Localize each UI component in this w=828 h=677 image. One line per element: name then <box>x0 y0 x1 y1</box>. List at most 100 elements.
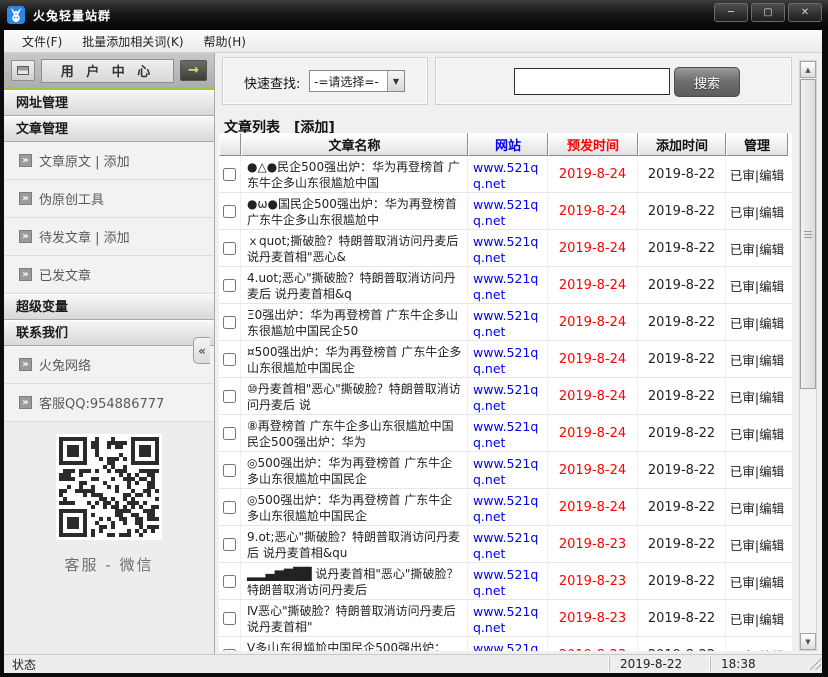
sidebar-section-url-management[interactable]: 网址管理 <box>4 90 214 116</box>
site-link[interactable]: www.521qq.net <box>468 415 548 451</box>
table-header-row: 文章名称 网站 预发时间 添加时间 管理 <box>219 133 792 156</box>
row-checkbox[interactable] <box>223 464 236 477</box>
article-title[interactable]: ｘquot;撕破脸？特朗普取消访问丹麦后 说丹麦首相"恶心& <box>241 230 468 266</box>
site-link[interactable]: www.521qq.net <box>468 267 548 303</box>
maximize-button[interactable]: ▢ <box>751 3 785 22</box>
row-checkbox[interactable] <box>223 649 236 652</box>
row-checkbox[interactable] <box>223 242 236 255</box>
search-input[interactable] <box>514 68 670 95</box>
manage-links[interactable]: 已审|编辑 <box>726 563 788 599</box>
table-row: ⑧再登榜首 广东牛企多山东很尴尬中国民企500强出炉：华为 www.521qq.… <box>219 415 792 452</box>
row-checkbox[interactable] <box>223 353 236 366</box>
manage-links[interactable]: 已审|编辑 <box>726 415 788 451</box>
menu-help[interactable]: 帮助(H) <box>194 30 256 53</box>
article-title[interactable]: Ⅴ多山东很尴尬中国民企500强出炉： <box>241 637 468 651</box>
manage-links[interactable]: 已审|编辑 <box>726 304 788 340</box>
user-center-button[interactable]: 用 户 中 心 <box>41 59 174 83</box>
added-date: 2019-8-22 <box>638 563 726 599</box>
manage-links[interactable]: 已审|编辑 <box>726 452 788 488</box>
row-checkbox[interactable] <box>223 279 236 292</box>
resize-grip[interactable] <box>808 657 821 670</box>
manage-links[interactable]: 已审|编辑 <box>726 156 788 192</box>
article-title[interactable]: ●ω●国民企500强出炉：华为再登榜首 广东牛企多山东很尴尬中 <box>241 193 468 229</box>
vertical-scrollbar[interactable]: ▲ ▼ <box>799 60 817 651</box>
row-checkbox[interactable] <box>223 538 236 551</box>
site-link[interactable]: www.521qq.net <box>468 600 548 636</box>
sidebar-item-huotu-network[interactable]: » 火兔网络 <box>4 346 214 384</box>
row-checkbox[interactable] <box>223 501 236 514</box>
site-link[interactable]: www.521qq.net <box>468 378 548 414</box>
monitor-button[interactable] <box>11 60 35 81</box>
status-time: 18:38 <box>710 657 822 671</box>
row-checkbox[interactable] <box>223 612 236 625</box>
site-link[interactable]: www.521qq.net <box>468 526 548 562</box>
minimize-button[interactable]: ─ <box>714 3 748 22</box>
article-title[interactable]: Ⅳ恶心"撕破脸？特朗普取消访问丹麦后 说丹麦首相" <box>241 600 468 636</box>
article-title[interactable]: ⑩丹麦首相"恶心"撕破脸？特朗普取消访问丹麦后 说 <box>241 378 468 414</box>
row-checkbox[interactable] <box>223 316 236 329</box>
sidebar-item-published-articles[interactable]: » 已发文章 <box>4 256 214 294</box>
sidebar-item-article-original[interactable]: » 文章原文 | 添加 <box>4 142 214 180</box>
manage-links[interactable]: 已审|编辑 <box>726 341 788 377</box>
table-header-site[interactable]: 网站 <box>468 133 548 156</box>
article-title[interactable]: ●△●民企500强出炉：华为再登榜首 广东牛企多山东很尴尬中国 <box>241 156 468 192</box>
article-title[interactable]: ⑧再登榜首 广东牛企多山东很尴尬中国民企500强出炉：华为 <box>241 415 468 451</box>
table-header-publish-time[interactable]: 预发时间 <box>548 133 638 156</box>
site-link[interactable]: www.521qq.net <box>468 563 548 599</box>
table-header-article-name[interactable]: 文章名称 <box>241 133 468 156</box>
menu-file[interactable]: 文件(F) <box>12 30 72 53</box>
manage-links[interactable]: 已审|编辑 <box>726 489 788 525</box>
search-button[interactable]: 搜索 <box>674 67 740 97</box>
added-date: 2019-8-22 <box>638 304 726 340</box>
row-checkbox[interactable] <box>223 390 236 403</box>
row-checkbox[interactable] <box>223 427 236 440</box>
site-link[interactable]: www.521qq.net <box>468 304 548 340</box>
row-checkbox[interactable] <box>223 205 236 218</box>
chevron-down-icon[interactable]: ▼ <box>387 71 404 91</box>
sidebar-section-super-variables[interactable]: 超级变量 <box>4 294 214 320</box>
row-checkbox[interactable] <box>223 575 236 588</box>
manage-links[interactable]: 已审|编辑 <box>726 600 788 636</box>
row-checkbox[interactable] <box>223 168 236 181</box>
manage-links[interactable]: 已审|编辑 <box>726 637 788 651</box>
article-title[interactable]: ¤500强出炉：华为再登榜首 广东牛企多山东很尴尬中国民企 <box>241 341 468 377</box>
publish-date: 2019-8-23 <box>548 600 638 636</box>
scroll-down-icon[interactable]: ▼ <box>800 633 816 650</box>
manage-links[interactable]: 已审|编辑 <box>726 267 788 303</box>
site-link[interactable]: www.521qq.net <box>468 156 548 192</box>
site-link[interactable]: www.521qq.net <box>468 193 548 229</box>
manage-links[interactable]: 已审|编辑 <box>726 193 788 229</box>
sidebar-item-service-qq[interactable]: » 客服QQ:954886777 <box>4 384 214 422</box>
manage-links[interactable]: 已审|编辑 <box>726 526 788 562</box>
site-link[interactable]: www.521qq.net <box>468 637 548 651</box>
publish-date: 2019-8-23 <box>548 637 638 651</box>
sidebar-item-pseudo-original-tool[interactable]: » 伪原创工具 <box>4 180 214 218</box>
select-value: -=请选择=- <box>310 73 387 90</box>
sidebar-section-article-management[interactable]: 文章管理 <box>4 116 214 142</box>
article-title[interactable]: 4.uot;恶心"撕破脸？特朗普取消访问丹麦后 说丹麦首相&q <box>241 267 468 303</box>
article-title[interactable]: ◎500强出炉：华为再登榜首 广东牛企多山东很尴尬中国民企 <box>241 489 468 525</box>
article-title[interactable]: Ξ0强出炉：华为再登榜首 广东牛企多山东很尴尬中国民企50 <box>241 304 468 340</box>
site-link[interactable]: www.521qq.net <box>468 452 548 488</box>
scroll-up-icon[interactable]: ▲ <box>800 61 816 78</box>
article-title[interactable]: 9.ot;恶心"撕破脸？特朗普取消访问丹麦后 说丹麦首相&qu <box>241 526 468 562</box>
menu-batch-add-keywords[interactable]: 批量添加相关词(K) <box>72 30 193 53</box>
article-title[interactable]: ◎500强出炉：华为再登榜首 广东牛企多山东很尴尬中国民企 <box>241 452 468 488</box>
close-button[interactable]: ✕ <box>788 3 822 22</box>
site-link[interactable]: www.521qq.net <box>468 489 548 525</box>
table-header-manage[interactable]: 管理 <box>726 133 788 156</box>
sidebar-item-pending-articles[interactable]: » 待发文章 | 添加 <box>4 218 214 256</box>
site-link[interactable]: www.521qq.net <box>468 341 548 377</box>
article-title[interactable]: ▂▂▄▆▇██ 说丹麦首相"恶心"撕破脸？特朗普取消访问丹麦后 <box>241 563 468 599</box>
manage-links[interactable]: 已审|编辑 <box>726 378 788 414</box>
table-header-checkbox[interactable] <box>219 133 241 156</box>
sidebar-collapse-button[interactable]: « <box>193 337 210 364</box>
table-header-added-time[interactable]: 添加时间 <box>638 133 726 156</box>
manage-links[interactable]: 已审|编辑 <box>726 230 788 266</box>
quick-find-select[interactable]: -=请选择=- ▼ <box>309 70 405 92</box>
go-arrow-button[interactable]: → <box>180 60 207 81</box>
site-link[interactable]: www.521qq.net <box>468 230 548 266</box>
sidebar-section-contact-us[interactable]: 联系我们 <box>4 320 214 346</box>
scrollbar-thumb[interactable] <box>800 79 816 389</box>
table-body: ●△●民企500强出炉：华为再登榜首 广东牛企多山东很尴尬中国 www.521q… <box>219 156 792 651</box>
